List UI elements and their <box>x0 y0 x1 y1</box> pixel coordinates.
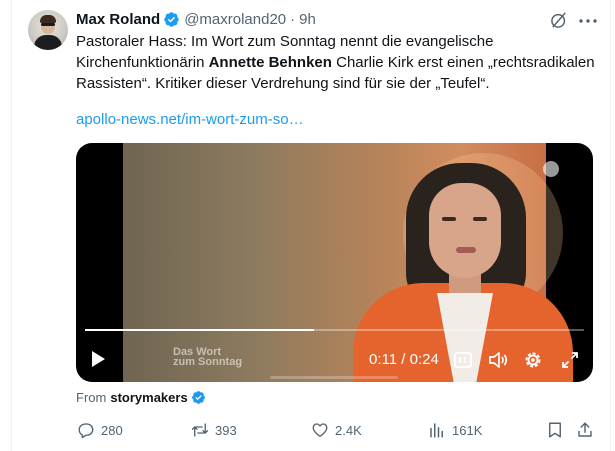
views-button[interactable]: 161K <box>428 420 482 440</box>
like-button[interactable]: 2.4K <box>311 420 362 440</box>
video-watermark: Das Wort zum Sonntag <box>173 347 243 368</box>
like-count: 2.4K <box>335 422 362 438</box>
tweet-actions: 280 393 2.4K 161K <box>0 420 615 440</box>
bookmark-button[interactable] <box>546 420 570 440</box>
more-icon[interactable] <box>579 19 597 23</box>
separator-dot: · <box>290 10 296 28</box>
duration: 0:24 <box>409 351 439 368</box>
reply-count: 280 <box>101 422 123 438</box>
verified-badge-icon <box>191 391 205 404</box>
channel-logo-icon <box>543 161 559 177</box>
tweet-text-mention: Annette Behnken <box>208 54 332 71</box>
tweet-time[interactable]: 9h <box>299 11 316 28</box>
watermark-line2: zum Sonntag <box>173 356 243 368</box>
tweet-header: Max Roland @maxroland20 · 9h <box>76 9 316 29</box>
play-icon[interactable] <box>88 349 108 369</box>
grok-icon[interactable] <box>549 10 569 30</box>
avatar[interactable] <box>28 10 68 50</box>
share-button[interactable] <box>576 420 600 440</box>
author-handle[interactable]: @maxroland20 <box>184 11 286 28</box>
author-name[interactable]: Max Roland <box>76 11 160 28</box>
like-icon <box>312 423 328 438</box>
video-scrub-handle[interactable] <box>270 376 398 379</box>
repost-count: 393 <box>215 422 237 438</box>
source-attribution: From storymakers <box>76 390 210 405</box>
from-label: From <box>76 390 107 405</box>
settings-icon[interactable] <box>523 350 543 370</box>
video-progress-fill <box>85 329 314 331</box>
source-name[interactable]: storymakers <box>110 390 187 405</box>
timeline-border-left <box>11 0 12 451</box>
video-player[interactable]: Das Wort zum Sonntag 0:11 / 0:24 <box>76 143 593 382</box>
verified-badge-icon <box>164 11 179 27</box>
views-count: 161K <box>452 422 483 438</box>
repost-button[interactable]: 393 <box>191 420 237 440</box>
captions-icon[interactable] <box>454 351 472 369</box>
fullscreen-icon[interactable] <box>561 351 579 369</box>
timeline-border-right <box>610 0 611 451</box>
video-time: 0:11 / 0:24 <box>369 351 439 368</box>
reply-button[interactable]: 280 <box>77 420 123 440</box>
share-icon <box>578 422 592 437</box>
current-time: 0:11 <box>369 351 398 368</box>
views-icon <box>430 423 443 438</box>
reply-icon <box>78 423 94 439</box>
video-progress-bar[interactable] <box>85 329 584 331</box>
time-separator: / <box>397 351 410 368</box>
tweet-text: Pastoraler Hass: Im Wort zum Sonntag nen… <box>76 31 596 94</box>
repost-icon <box>191 423 209 437</box>
bookmark-icon <box>549 422 561 438</box>
volume-icon[interactable] <box>488 351 508 369</box>
article-link[interactable]: apollo-news.net/im-wort-zum-so… <box>76 110 304 130</box>
